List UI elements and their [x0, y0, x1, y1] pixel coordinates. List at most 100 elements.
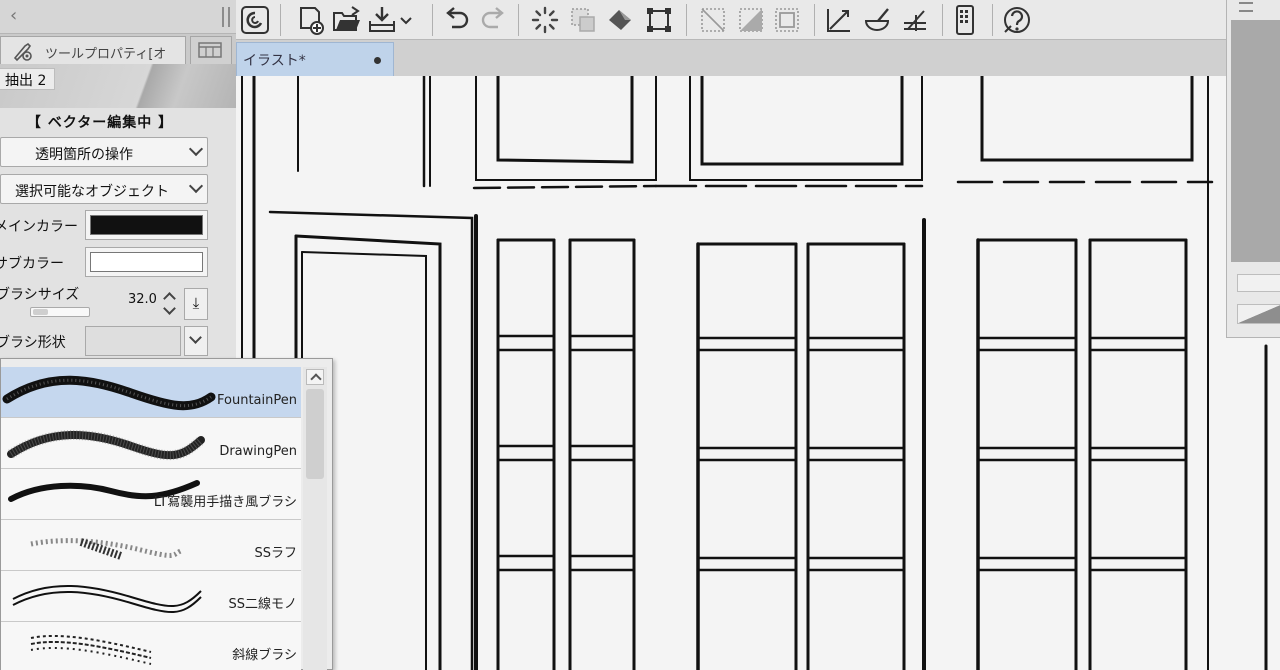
brush-item[interactable]: DrawingPen — [1, 418, 301, 469]
brush-item[interactable]: FountainPen — [1, 367, 301, 418]
panel-gradient-bar[interactable] — [1237, 304, 1280, 324]
main-color-fill — [90, 215, 203, 235]
panel-grip-icon[interactable] — [222, 7, 230, 27]
ink-snap-button[interactable] — [860, 3, 894, 37]
chevron-down-icon — [189, 331, 202, 344]
vector-edit-status: 【 ベクター編集中 】 — [26, 115, 174, 131]
brush-shape-label: ブラシ形状 — [0, 335, 66, 351]
line-art-drawing — [241, 76, 1268, 670]
main-color-swatch[interactable] — [85, 210, 208, 240]
panel-title-bar: ‹ — [0, 0, 236, 34]
brush-size-preset-button[interactable]: ⤓ — [184, 288, 208, 320]
open-folder-icon — [333, 6, 360, 31]
ruler-snap-button[interactable] — [822, 3, 856, 37]
brush-shape-popup: FountainPen DrawingPen LT寫襲用手描き風ブラシ SSラフ… — [0, 358, 333, 670]
fill-button[interactable] — [604, 3, 638, 37]
open-button[interactable] — [330, 3, 364, 37]
wrench-gear-icon — [13, 42, 32, 62]
perspective-snap-button[interactable] — [898, 3, 932, 37]
deselect-button[interactable] — [696, 3, 730, 37]
canvas-tab-bar: イラスト* — [236, 40, 1226, 76]
save-button[interactable] — [366, 3, 400, 37]
perspective-icon — [904, 10, 926, 31]
clip-studio-button[interactable] — [238, 3, 272, 37]
companion-mode-button[interactable] — [948, 3, 982, 37]
download-arrow-icon: ⤓ — [192, 294, 200, 312]
tab-tool-property[interactable]: ツールプロパティ[オ — [0, 36, 186, 64]
canvas-tab-illust[interactable]: イラスト* — [236, 42, 394, 76]
save-icon — [369, 7, 395, 32]
brush-shape-list: FountainPen DrawingPen LT寫襲用手描き風ブラシ SSラフ… — [1, 367, 301, 670]
brush-item-label: SSラフ — [254, 546, 297, 561]
navigator-preview[interactable] — [1231, 20, 1280, 262]
brush-item[interactable]: SSラフ — [1, 520, 301, 571]
toolbar-separator — [686, 4, 687, 36]
clear-selection-button[interactable] — [566, 3, 600, 37]
transform-icon — [647, 8, 671, 32]
chevron-down-icon — [188, 178, 204, 194]
brush-item[interactable]: SS二線モノ — [1, 571, 301, 622]
sub-tool-detail-icon — [198, 42, 222, 58]
save-options-dropdown[interactable] — [396, 3, 416, 37]
toolbar-separator — [432, 4, 433, 36]
popup-scrollbar[interactable] — [303, 367, 327, 670]
sub-color-swatch[interactable] — [85, 247, 208, 277]
sub-color-label: サブカラー — [0, 256, 64, 272]
new-canvas-button[interactable] — [294, 3, 328, 37]
transparent-area-value: 透明箇所の操作 — [35, 147, 133, 163]
drawing-canvas[interactable] — [236, 76, 1280, 670]
close-tab-icon[interactable] — [374, 57, 381, 64]
loading-icon — [531, 6, 559, 34]
brush-item-label: 斜線ブラシ — [232, 648, 297, 663]
tab-tool-property-label: ツールプロパティ[オ — [45, 47, 167, 62]
new-canvas-icon — [300, 7, 324, 35]
toolbar-separator — [518, 4, 519, 36]
redo-button[interactable] — [476, 3, 510, 37]
invert-selection-button[interactable] — [734, 3, 768, 37]
panel-menu-icon[interactable] — [1239, 2, 1253, 12]
smartphone-icon — [956, 5, 974, 35]
tab-sub-tool-detail[interactable] — [190, 36, 232, 64]
toolbar-separator — [942, 4, 943, 36]
selectable-objects-value: 選択可能なオブジェクト — [15, 184, 169, 200]
brush-shape-dropdown-button[interactable] — [184, 326, 208, 356]
invert-selection-icon — [739, 8, 763, 32]
brush-size-value[interactable]: 32.0 — [128, 292, 157, 307]
scroll-thumb[interactable] — [306, 389, 324, 479]
spin-down-icon[interactable] — [163, 302, 176, 315]
selection-border-button[interactable] — [770, 3, 804, 37]
collapse-panel-icon[interactable]: ‹ — [10, 5, 17, 26]
canvas-tab-title: イラスト* — [243, 53, 306, 69]
help-button[interactable] — [1000, 3, 1034, 37]
brush-shape-preview[interactable] — [85, 326, 181, 356]
toolbar-separator — [280, 4, 281, 36]
selectable-objects-dropdown[interactable]: 選択可能なオブジェクト — [0, 174, 208, 204]
brush-size-slider[interactable] — [30, 307, 90, 317]
toolbar-separator — [814, 4, 815, 36]
brush-size-slider-fill — [33, 309, 48, 315]
brush-item[interactable]: LT寫襲用手描き風ブラシ — [1, 469, 301, 520]
brush-size-spinner[interactable] — [162, 290, 180, 318]
clear-selection-icon — [571, 8, 595, 32]
chevron-down-icon — [188, 141, 204, 157]
transparent-area-dropdown[interactable]: 透明箇所の操作 — [0, 137, 208, 167]
command-bar — [236, 0, 1236, 40]
transform-button[interactable] — [642, 3, 676, 37]
spinner-button[interactable] — [528, 3, 562, 37]
selection-border-icon — [775, 8, 799, 32]
ink-icon — [864, 8, 890, 31]
right-side-panel — [1226, 0, 1280, 338]
panel-slider-bar[interactable] — [1237, 274, 1280, 292]
brush-item-label: LT寫襲用手描き風ブラシ — [153, 495, 297, 510]
main-color-label: メインカラー — [0, 219, 78, 235]
brush-size-label: ブラシサイズ — [0, 287, 80, 303]
brush-item[interactable]: 斜線ブラシ — [1, 622, 301, 670]
dropdown-chevron-icon — [400, 17, 412, 25]
scroll-up-icon[interactable] — [306, 369, 324, 385]
panel-tab-row: ツールプロパティ[オ — [0, 34, 236, 64]
undo-button[interactable] — [440, 3, 474, 37]
brush-item-label: DrawingPen — [219, 444, 297, 459]
help-icon — [1004, 7, 1030, 33]
fill-icon — [609, 10, 631, 30]
ruler-icon — [827, 9, 850, 32]
